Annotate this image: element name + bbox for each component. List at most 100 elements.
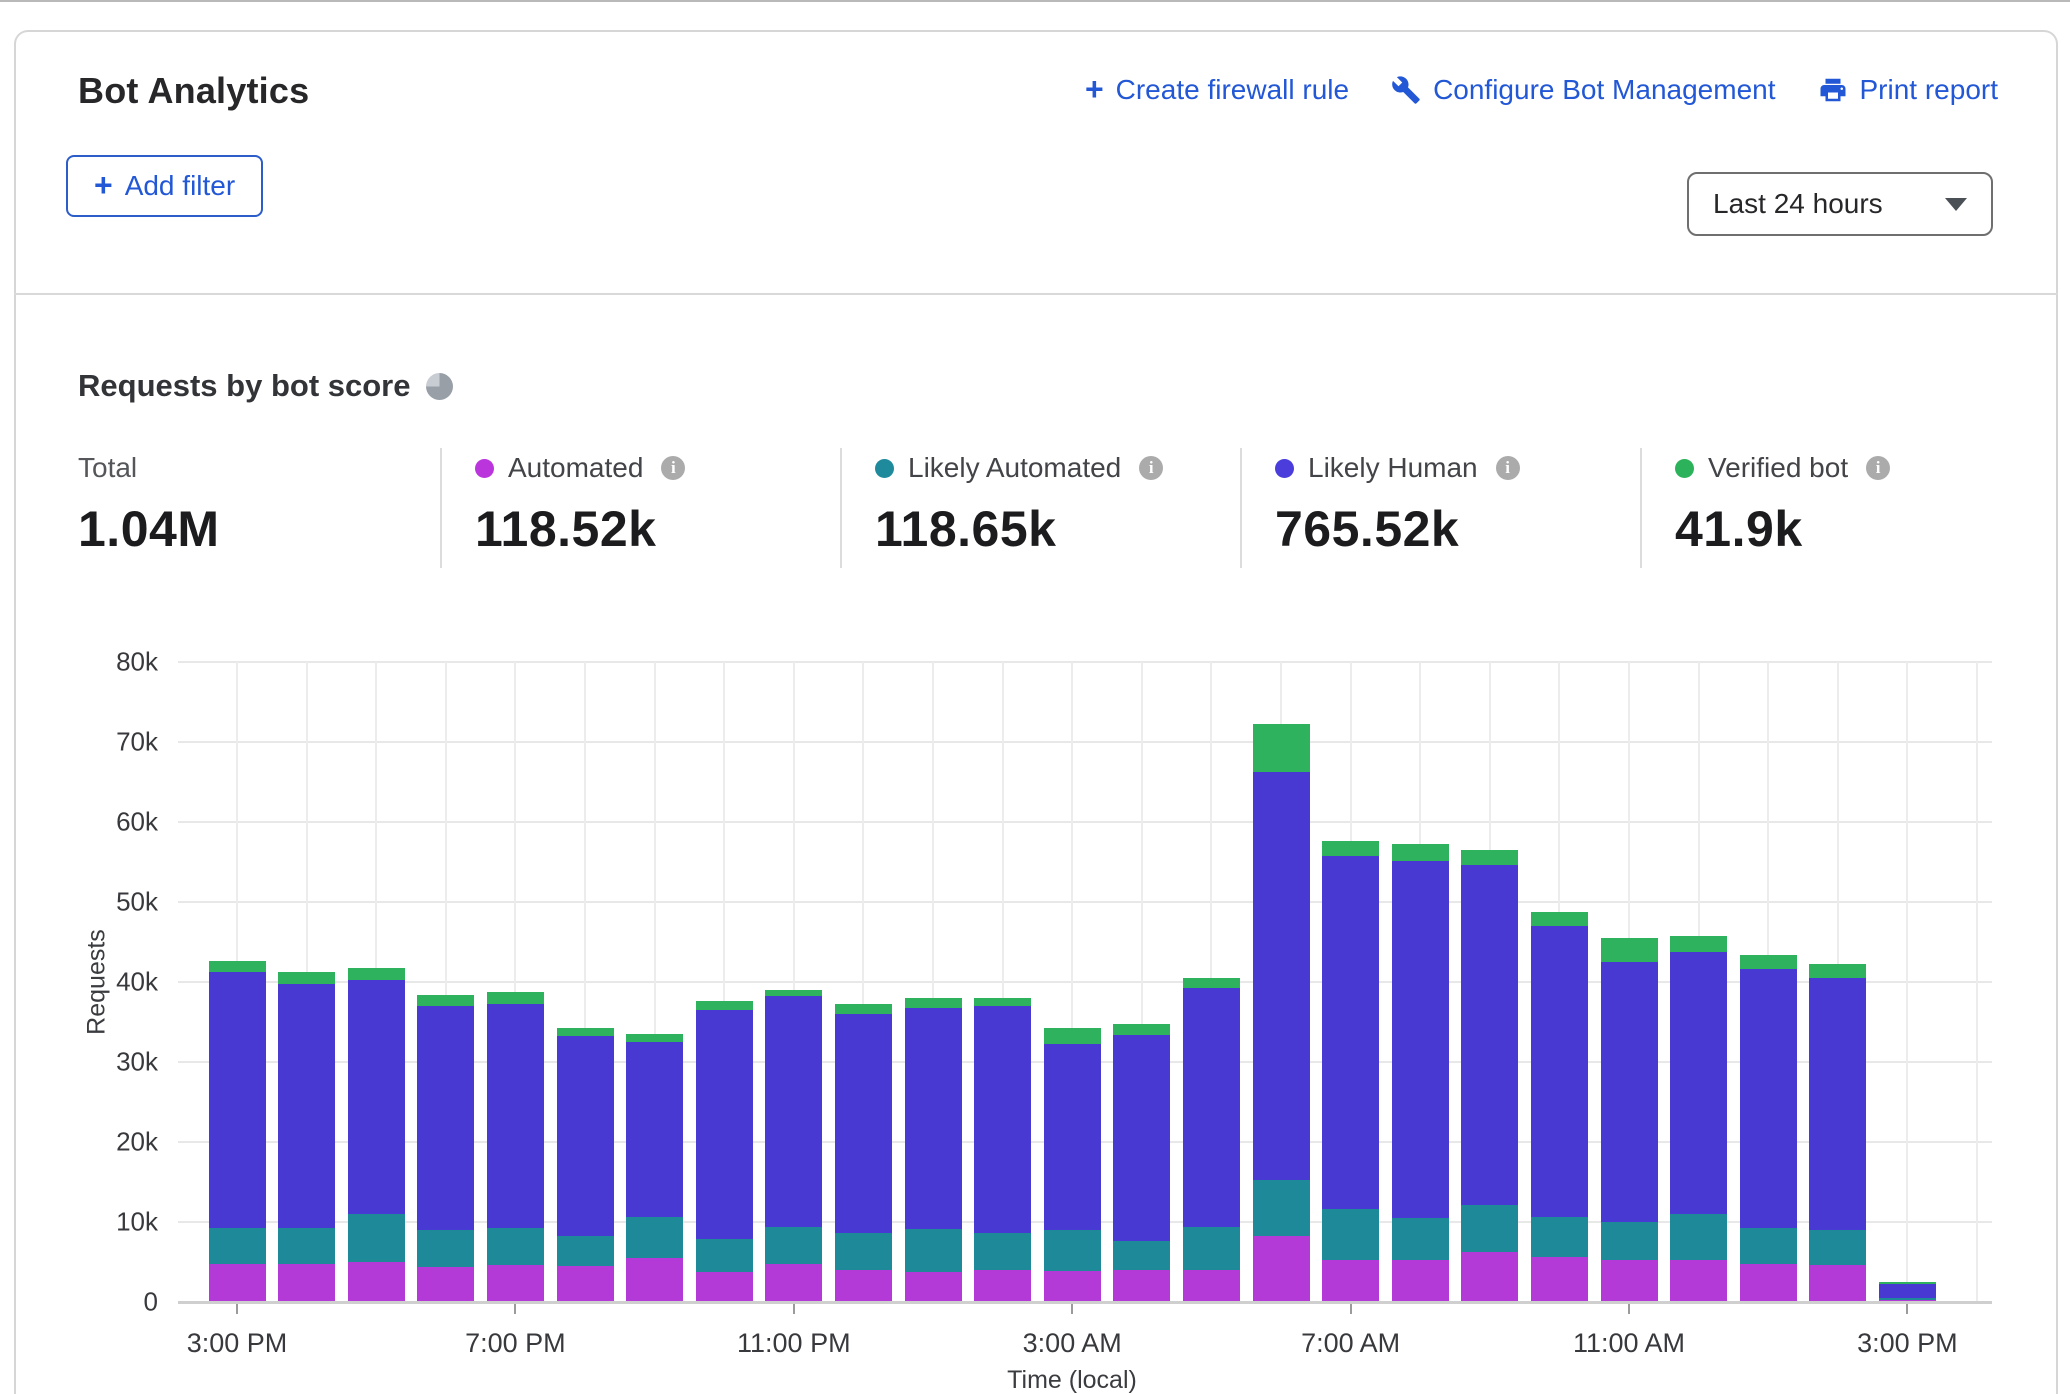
bar-segment-likely-human [487,1004,544,1228]
bar-hour-23[interactable] [1809,964,1866,1302]
chevron-down-icon [1945,198,1967,211]
info-icon[interactable]: i [1866,456,1890,480]
bar-segment-automated [1461,1252,1518,1302]
bar-hour-3[interactable] [417,995,474,1302]
print-report-link[interactable]: Print report [1818,74,1999,106]
bar-segment-likely-automated [1253,1180,1310,1236]
bar-hour-16[interactable] [1322,841,1379,1302]
bar-hour-19[interactable] [1531,912,1588,1302]
bar-segment-likely-automated [1044,1230,1101,1271]
bar-segment-automated [696,1272,753,1302]
window-top-edge [0,0,2070,2]
bar-hour-15[interactable] [1253,724,1310,1302]
bar-segment-likely-human [1809,978,1866,1230]
bar-segment-likely-automated [1322,1209,1379,1259]
add-filter-label: Add filter [125,170,236,202]
stat-verified-bot-value: 41.9k [1675,500,1890,558]
bar-segment-likely-human [417,1006,474,1230]
bar-segment-verified-bot [278,972,335,983]
bar-segment-likely-automated [626,1217,683,1258]
bar-segment-verified-bot [1044,1028,1101,1044]
stat-likely-human: Likely Human i 765.52k [1275,450,1520,558]
bar-segment-automated [1740,1264,1797,1302]
bar-hour-9[interactable] [835,1004,892,1302]
stat-likely-automated: Likely Automated i 118.65k [875,450,1163,558]
likely-automated-legend-dot [875,459,894,478]
info-icon[interactable]: i [1496,456,1520,480]
bar-hour-7[interactable] [696,1001,753,1302]
bar-segment-automated [1183,1270,1240,1302]
bar-hour-6[interactable] [626,1034,683,1302]
bar-segment-likely-human [1461,865,1518,1205]
bar-segment-likely-automated [348,1214,405,1262]
stat-divider [1240,448,1242,568]
bar-segment-automated [1809,1265,1866,1302]
bar-segment-automated [1113,1270,1170,1302]
bar-segment-verified-bot [1809,964,1866,978]
bar-hour-10[interactable] [905,998,962,1302]
bar-segment-likely-human [1670,952,1727,1214]
bar-segment-likely-automated [1670,1214,1727,1260]
bar-segment-automated [487,1265,544,1302]
stat-automated-value: 118.52k [475,500,685,558]
bar-hour-22[interactable] [1740,955,1797,1302]
bar-segment-automated [905,1272,962,1302]
bar-hour-14[interactable] [1183,978,1240,1302]
bar-hour-8[interactable] [765,990,822,1302]
bar-segment-automated [1322,1260,1379,1302]
configure-bot-management-link[interactable]: Configure Bot Management [1391,74,1775,106]
create-firewall-rule-link[interactable]: + Create firewall rule [1085,74,1349,106]
bar-segment-likely-human [1392,861,1449,1218]
time-range-select[interactable]: Last 24 hours [1687,172,1993,236]
bar-hour-20[interactable] [1601,938,1658,1302]
bar-hour-21[interactable] [1670,936,1727,1302]
bar-segment-automated [626,1258,683,1302]
bar-hour-5[interactable] [557,1028,614,1302]
bar-segment-likely-human [1740,969,1797,1229]
add-filter-button[interactable]: + Add filter [66,155,263,217]
bar-segment-likely-human [348,980,405,1214]
stat-likely-automated-label: Likely Automated [908,452,1121,484]
stat-divider [1640,448,1642,568]
bar-hour-13[interactable] [1113,1024,1170,1302]
bar-hour-2[interactable] [348,968,405,1302]
bar-segment-automated [278,1264,335,1302]
info-icon[interactable]: i [661,456,685,480]
bar-segment-verified-bot [1392,844,1449,861]
bar-segment-likely-human [1183,988,1240,1226]
bar-hour-24[interactable] [1879,1282,1936,1302]
stat-total: Total 1.04M [78,450,219,558]
stat-divider [840,448,842,568]
bar-hour-0[interactable] [209,961,266,1302]
bar-segment-likely-human [1044,1044,1101,1230]
bar-segment-likely-automated [1740,1228,1797,1263]
bar-hour-18[interactable] [1461,850,1518,1302]
bar-segment-likely-human [557,1036,614,1236]
info-icon[interactable]: i [1139,456,1163,480]
stat-likely-automated-value: 118.65k [875,500,1163,558]
plus-icon: + [1085,73,1104,105]
stat-verified-bot: Verified bot i 41.9k [1675,450,1890,558]
printer-icon [1818,75,1848,105]
bar-segment-likely-automated [974,1233,1031,1270]
bar-hour-11[interactable] [974,998,1031,1302]
bar-segment-verified-bot [1461,850,1518,865]
bar-segment-automated [974,1270,1031,1302]
verified-bot-legend-dot [1675,459,1694,478]
bar-hour-1[interactable] [278,972,335,1302]
bar-segment-verified-bot [974,998,1031,1006]
likely-human-legend-dot [1275,459,1294,478]
bar-hour-17[interactable] [1392,844,1449,1302]
create-firewall-rule-label: Create firewall rule [1116,74,1349,106]
bar-segment-verified-bot [1531,912,1588,926]
bar-segment-automated [1531,1257,1588,1302]
bar-segment-automated [209,1264,266,1302]
bar-segment-likely-automated [1113,1241,1170,1270]
bar-hour-12[interactable] [1044,1028,1101,1302]
bar-segment-likely-human [974,1006,1031,1233]
bar-segment-likely-automated [209,1228,266,1264]
stat-automated: Automated i 118.52k [475,450,685,558]
bar-hour-4[interactable] [487,992,544,1302]
bar-segment-likely-automated [765,1227,822,1264]
bar-segment-verified-bot [696,1001,753,1010]
